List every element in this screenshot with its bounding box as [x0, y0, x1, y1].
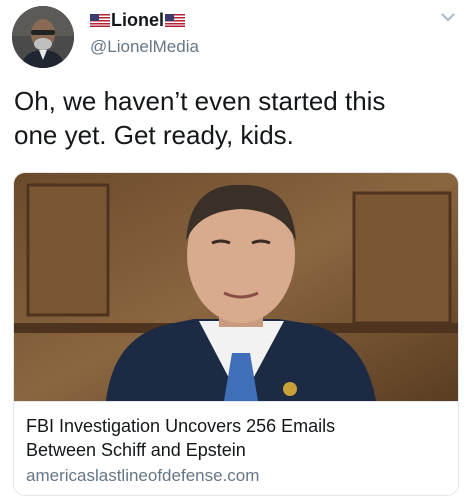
card-photo: [14, 173, 458, 401]
tweet-text: Oh, we haven’t even started this one yet…: [14, 86, 386, 150]
avatar-image: [12, 6, 74, 68]
us-flag-icon: [90, 13, 110, 27]
display-name[interactable]: Lionel: [111, 10, 164, 31]
link-card[interactable]: FBI Investigation Uncovers 256 Emails Be…: [13, 172, 459, 496]
tweet-author[interactable]: Lionel @LionelMedia: [90, 9, 199, 57]
avatar[interactable]: [12, 6, 74, 68]
user-handle[interactable]: @LionelMedia: [90, 37, 199, 57]
us-flag-icon: [165, 13, 185, 27]
chevron-down-icon[interactable]: [440, 12, 456, 22]
tweet: Lionel @LionelMedia Oh, we haven’t even …: [0, 0, 470, 500]
card-title[interactable]: FBI Investigation Uncovers 256 Emails Be…: [26, 414, 446, 462]
card-domain[interactable]: americaslastlineofdefense.com: [26, 464, 446, 488]
display-name-row: Lionel: [90, 9, 199, 31]
card-info[interactable]: FBI Investigation Uncovers 256 Emails Be…: [14, 401, 458, 495]
